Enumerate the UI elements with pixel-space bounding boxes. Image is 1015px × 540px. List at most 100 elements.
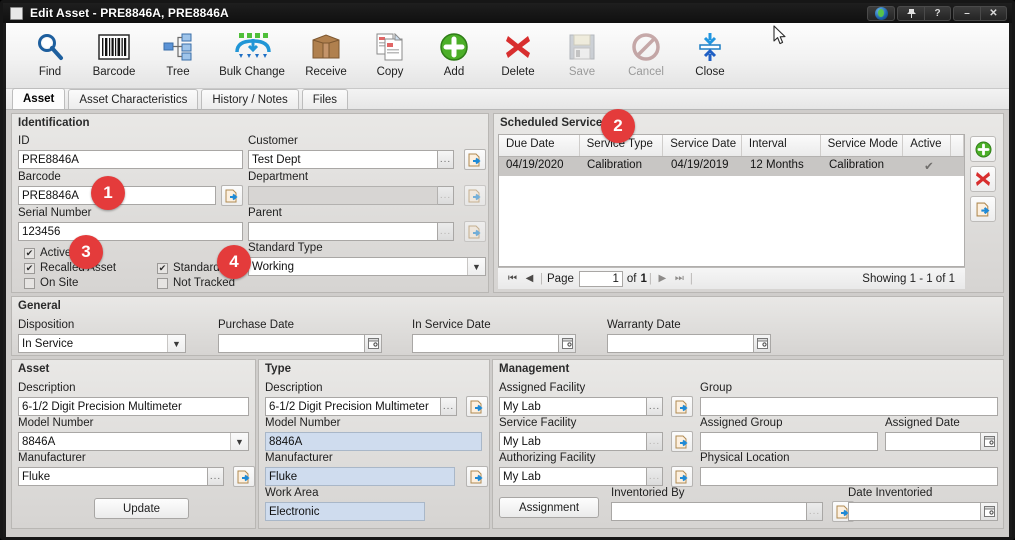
checkbox-on-site[interactable]: On Site (24, 277, 78, 289)
chevron-down-icon[interactable]: ▼ (230, 433, 248, 450)
warranty-date-input[interactable] (607, 334, 754, 353)
main-toolbar: Find Barcode Tree Bulk Change Receive Co… (6, 23, 1009, 89)
date-inventoried-input[interactable] (848, 502, 981, 521)
tree-button[interactable]: Tree (146, 23, 210, 87)
customer-goto-button[interactable] (464, 149, 486, 170)
help-button[interactable]: ? (924, 6, 950, 20)
in-service-date-calendar-button[interactable] (559, 334, 576, 353)
chevron-down-icon[interactable]: ▼ (167, 335, 185, 352)
add-button[interactable]: Add (422, 23, 486, 87)
authorizing-facility-browse-button[interactable]: ... (647, 467, 663, 486)
physical-location-input[interactable] (700, 467, 998, 486)
page-number-input[interactable]: 1 (578, 270, 623, 287)
cancel-button[interactable]: Cancel (614, 23, 678, 87)
close-button-toolbar[interactable]: Close (678, 23, 742, 87)
parent-browse-button[interactable]: ... (438, 222, 454, 241)
bulk-change-button[interactable]: Bulk Change (210, 23, 294, 87)
col-service-date[interactable]: Service Date (663, 135, 742, 156)
type-description-goto-button[interactable] (466, 396, 488, 417)
asset-manufacturer-input[interactable]: Fluke (18, 467, 208, 486)
barcode-button[interactable]: Barcode (82, 23, 146, 87)
chevron-down-icon[interactable]: ▼ (467, 258, 485, 275)
delete-button[interactable]: Delete (486, 23, 550, 87)
disposition-value: In Service (22, 337, 74, 350)
goto-scheduled-service-button[interactable] (970, 196, 996, 222)
asset-model-number-select[interactable]: 8846A ▼ (18, 432, 249, 451)
last-page-button[interactable]: ⏭ (671, 273, 688, 284)
col-due-date[interactable]: Due Date (499, 135, 580, 156)
management-panel: Management Assigned Facility My Lab ... … (492, 359, 1004, 529)
calendar-icon (756, 338, 768, 349)
service-facility-goto-button[interactable] (671, 431, 693, 452)
delete-scheduled-service-button[interactable] (970, 166, 996, 192)
next-page-button[interactable]: ▶ (654, 273, 671, 284)
purchase-date-calendar-button[interactable] (365, 334, 382, 353)
department-input[interactable] (248, 186, 438, 205)
tab-asset[interactable]: Asset (12, 88, 66, 109)
type-description-label: Description (265, 382, 323, 394)
close-button[interactable]: ✕ (980, 6, 1006, 20)
assigned-group-label: Assigned Group (700, 417, 783, 429)
standard-type-select[interactable]: Working ▼ (248, 257, 486, 276)
col-service-mode[interactable]: Service Mode (821, 135, 904, 156)
assigned-date-calendar-button[interactable] (981, 432, 998, 451)
asset-manufacturer-browse-button[interactable]: ... (208, 467, 224, 486)
first-page-button[interactable]: ⏮ (504, 273, 521, 284)
table-row[interactable]: 04/19/2020 Calibration 04/19/2019 12 Mon… (499, 157, 964, 176)
asset-model-number-label: Model Number (18, 417, 94, 429)
assignment-button[interactable]: Assignment (499, 497, 599, 518)
disposition-select[interactable]: In Service ▼ (18, 334, 186, 353)
authorizing-facility-input[interactable]: My Lab (499, 467, 647, 486)
col-interval[interactable]: Interval (742, 135, 821, 156)
tab-asset-characteristics[interactable]: Asset Characteristics (68, 89, 199, 109)
parent-goto-button[interactable] (464, 221, 486, 242)
copy-button[interactable]: Copy (358, 23, 422, 87)
customer-input[interactable]: Test Dept (248, 150, 438, 169)
tab-files[interactable]: Files (301, 89, 349, 109)
receive-button[interactable]: Receive (294, 23, 358, 87)
inventoried-by-input[interactable] (611, 502, 807, 521)
customer-browse-button[interactable]: ... (438, 150, 454, 169)
add-scheduled-service-button[interactable] (970, 136, 996, 162)
asset-description-input[interactable]: 6-1/2 Digit Precision Multimeter (18, 397, 249, 416)
checkbox-active[interactable]: Active (24, 247, 71, 259)
group-input[interactable] (700, 397, 998, 416)
type-manufacturer-goto-button[interactable] (466, 466, 488, 487)
warranty-date-calendar-button[interactable] (754, 334, 771, 353)
type-description-browse-button[interactable]: ... (441, 397, 457, 416)
id-input[interactable]: PRE8846A (18, 150, 243, 169)
in-service-date-input[interactable] (412, 334, 559, 353)
col-active[interactable]: Active (903, 135, 952, 156)
assigned-facility-input[interactable]: My Lab (499, 397, 647, 416)
checkbox-standard[interactable]: Standard (157, 262, 220, 274)
pin-button[interactable] (898, 7, 924, 20)
minimize-button[interactable]: – (954, 7, 980, 20)
service-facility-browse-button[interactable]: ... (647, 432, 663, 451)
assigned-facility-goto-button[interactable] (671, 396, 693, 417)
purchase-date-input[interactable] (218, 334, 365, 353)
serial-number-input[interactable]: 123456 (18, 222, 243, 241)
barcode-goto-button[interactable] (221, 185, 243, 206)
date-inventoried-calendar-button[interactable] (981, 502, 998, 521)
service-facility-input[interactable]: My Lab (499, 432, 647, 451)
prev-page-button[interactable]: ◀ (521, 273, 538, 284)
department-browse-button[interactable]: ... (438, 186, 454, 205)
asset-manufacturer-goto-button[interactable] (233, 466, 255, 487)
authorizing-facility-goto-button[interactable] (671, 466, 693, 487)
save-button[interactable]: Save (550, 23, 614, 87)
find-button[interactable]: Find (18, 23, 82, 87)
assigned-date-input[interactable] (885, 432, 981, 451)
assigned-facility-browse-button[interactable]: ... (647, 397, 663, 416)
refresh-button[interactable] (868, 6, 894, 20)
type-manufacturer-value: Fluke (265, 467, 455, 486)
checkbox-not-tracked[interactable]: Not Tracked (157, 277, 235, 289)
tab-history-notes[interactable]: History / Notes (201, 89, 299, 109)
refresh-button-group[interactable] (867, 5, 895, 21)
update-button[interactable]: Update (94, 498, 189, 519)
inventoried-by-browse-button[interactable]: ... (807, 502, 823, 521)
assigned-group-input[interactable] (700, 432, 878, 451)
type-description-input[interactable]: 6-1/2 Digit Precision Multimeter (265, 397, 441, 416)
parent-input[interactable] (248, 222, 438, 241)
checkbox-recalled-asset[interactable]: Recalled Asset (24, 262, 116, 274)
department-goto-button[interactable] (464, 185, 486, 206)
